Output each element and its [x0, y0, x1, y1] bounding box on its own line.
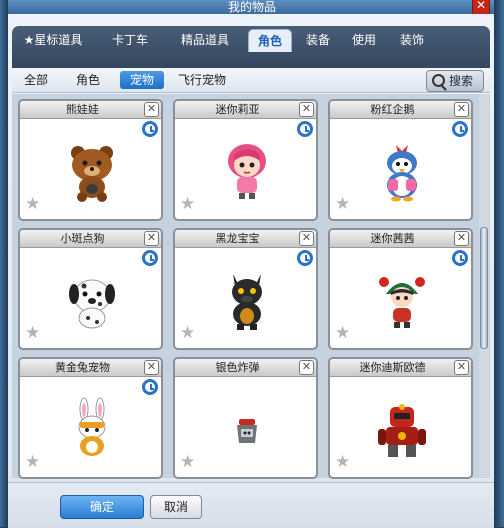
mini-xixi-pet-icon [379, 277, 425, 328]
item-card[interactable]: 迷你茜茜 ✕ ★ [328, 228, 473, 350]
item-remove-button[interactable]: ✕ [299, 231, 314, 246]
search-button-label: 搜索 [449, 74, 474, 88]
dialog-footer: 确定 取消 [8, 482, 494, 528]
item-card-header: 迷你茜茜 ✕ [330, 230, 471, 248]
item-card-header: 黑龙宝宝 ✕ [175, 230, 316, 248]
inventory-window: ★星标道具 卡丁车 精品道具 角色 装备 使用 装饰 全部 角色 宠物 飞行宠物… [8, 14, 494, 528]
pink-penguin-pet-icon [387, 145, 417, 202]
favorite-star-icon[interactable]: ★ [25, 325, 40, 342]
item-card-header: 银色炸弹 ✕ [175, 359, 316, 377]
tab-equipment[interactable]: 装备 [300, 29, 336, 51]
grid-scrollbar[interactable] [479, 94, 489, 478]
bear-pet-icon [71, 146, 113, 202]
category-tabbar: ★星标道具 卡丁车 精品道具 角色 装备 使用 装饰 [12, 26, 490, 68]
pet-item-grid: 熊娃娃 ✕ ★ 迷你莉亚 ✕ ★ 粉红企鹅 ✕ ★ 小斑点狗 ✕ ★ 黑龙宝宝 … [12, 94, 490, 479]
clock-icon [142, 121, 158, 137]
item-card-header: 迷你迪斯欧德 ✕ [330, 359, 471, 377]
window-left-edge [0, 0, 8, 527]
confirm-button[interactable]: 确定 [60, 495, 144, 519]
clock-icon [452, 121, 468, 137]
item-card[interactable]: 迷你迪斯欧德 ✕ ★ [328, 357, 473, 479]
subtab-flying-pets[interactable]: 飞行宠物 [172, 71, 232, 89]
item-name: 黄金兔宠物 [55, 361, 110, 374]
item-name: 熊娃娃 [66, 103, 99, 116]
tab-star-items[interactable]: ★星标道具 [18, 29, 88, 51]
tab-decoration[interactable]: 装饰 [394, 29, 430, 51]
item-card-header: 迷你莉亚 ✕ [175, 101, 316, 119]
item-remove-button[interactable]: ✕ [144, 360, 159, 375]
item-card[interactable]: 黄金兔宠物 ✕ ★ [18, 357, 163, 479]
favorite-star-icon[interactable]: ★ [335, 196, 350, 213]
mini-lia-pet-icon [228, 144, 266, 199]
window-title: 我的物品 [227, 0, 276, 14]
dalmatian-pet-icon [69, 279, 115, 329]
tab-characters[interactable]: 角色 [248, 29, 292, 52]
item-remove-button[interactable]: ✕ [299, 102, 314, 117]
item-card-header: 粉红企鹅 ✕ [330, 101, 471, 119]
item-name: 迷你迪斯欧德 [359, 361, 426, 374]
favorite-star-icon[interactable]: ★ [180, 325, 195, 342]
item-remove-button[interactable]: ✕ [454, 102, 469, 117]
item-card[interactable]: 黑龙宝宝 ✕ ★ [173, 228, 318, 350]
clock-icon [297, 250, 313, 266]
subtab-all[interactable]: 全部 [18, 71, 54, 89]
item-remove-button[interactable]: ✕ [299, 360, 314, 375]
item-name: 小斑点狗 [60, 232, 105, 245]
scrollbar-thumb[interactable] [480, 227, 488, 349]
window-close-button[interactable]: ✕ [472, 0, 490, 15]
tab-use[interactable]: 使用 [346, 29, 382, 51]
tab-premium-items[interactable]: 精品道具 [172, 29, 238, 51]
item-remove-button[interactable]: ✕ [144, 102, 159, 117]
favorite-star-icon[interactable]: ★ [25, 454, 40, 471]
favorite-star-icon[interactable]: ★ [25, 196, 40, 213]
golden-rabbit-pet-icon [78, 397, 106, 456]
subtab-pets[interactable]: 宠物 [120, 71, 164, 89]
item-card[interactable]: 银色炸弹 ✕ ★ [173, 357, 318, 479]
black-dragon-pet-icon [232, 274, 262, 330]
cancel-button[interactable]: 取消 [150, 495, 202, 519]
item-card-header: 黄金兔宠物 ✕ [20, 359, 161, 377]
item-remove-button[interactable]: ✕ [454, 231, 469, 246]
subtab-characters[interactable]: 角色 [70, 71, 106, 89]
item-card[interactable]: 迷你莉亚 ✕ ★ [173, 99, 318, 221]
item-card[interactable]: 小斑点狗 ✕ ★ [18, 228, 163, 350]
favorite-star-icon[interactable]: ★ [180, 454, 195, 471]
item-remove-button[interactable]: ✕ [454, 360, 469, 375]
item-name: 迷你莉亚 [215, 103, 260, 116]
item-card[interactable]: 粉红企鹅 ✕ ★ [328, 99, 473, 221]
favorite-star-icon[interactable]: ★ [335, 454, 350, 471]
magnifier-icon [432, 74, 445, 87]
clock-icon [297, 121, 313, 137]
favorite-star-icon[interactable]: ★ [180, 196, 195, 213]
item-remove-button[interactable]: ✕ [144, 231, 159, 246]
item-name: 粉红企鹅 [370, 103, 415, 116]
clock-icon [142, 379, 158, 395]
clock-icon [452, 250, 468, 266]
tab-kart[interactable]: 卡丁车 [102, 29, 158, 51]
clock-icon [142, 250, 158, 266]
item-card-header: 熊娃娃 ✕ [20, 101, 161, 119]
subcategory-bar: 全部 角色 宠物 飞行宠物 搜索 [12, 68, 490, 93]
favorite-star-icon[interactable]: ★ [335, 325, 350, 342]
item-name: 迷你茜茜 [370, 232, 415, 245]
mini-robot-pet-icon [378, 404, 426, 457]
item-card[interactable]: 熊娃娃 ✕ ★ [18, 99, 163, 221]
search-button[interactable]: 搜索 [426, 70, 484, 92]
window-titlebar: 我的物品 ✕ [0, 0, 504, 15]
silver-bomb-pet-icon [237, 419, 257, 443]
item-name: 黑龙宝宝 [215, 232, 260, 245]
item-card-header: 小斑点狗 ✕ [20, 230, 161, 248]
item-name: 银色炸弹 [215, 361, 260, 374]
window-right-edge [494, 0, 504, 527]
